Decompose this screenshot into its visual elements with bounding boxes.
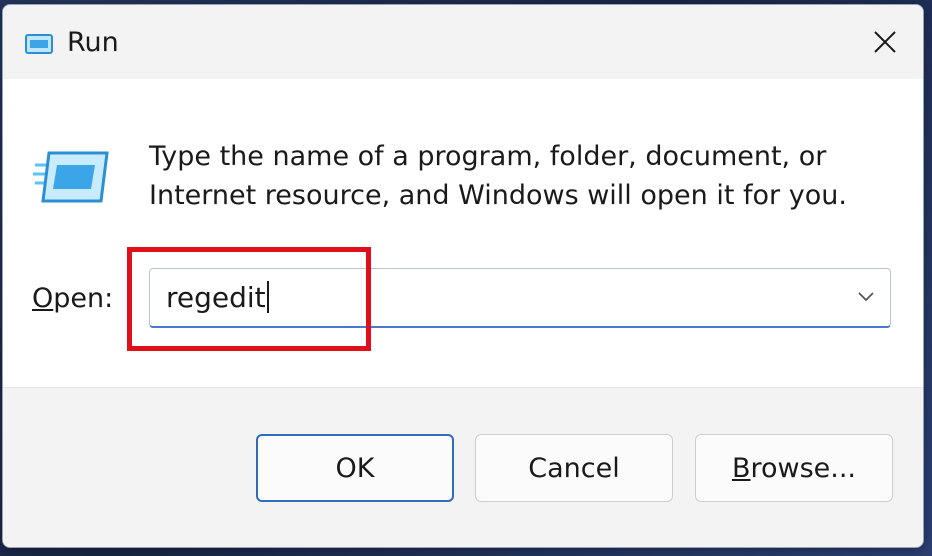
highlight-annotation xyxy=(127,247,371,351)
browse-button[interactable]: Browse... xyxy=(695,434,893,502)
open-label: Open: xyxy=(32,283,113,314)
run-dialog: Run Type the name of a program, folder, … xyxy=(2,4,924,548)
run-program-icon xyxy=(33,151,109,203)
ok-button[interactable]: OK xyxy=(256,434,454,502)
chevron-down-icon[interactable] xyxy=(856,289,876,305)
button-bar: OK Cancel Browse... xyxy=(3,387,923,547)
browse-accelerator: B xyxy=(731,452,751,484)
cancel-button[interactable]: Cancel xyxy=(475,434,673,502)
window-title: Run xyxy=(67,27,119,58)
title-bar: Run xyxy=(3,5,923,79)
close-icon xyxy=(874,31,896,53)
open-label-text: pen: xyxy=(53,283,114,314)
close-button[interactable] xyxy=(847,5,923,79)
browse-label: rowse... xyxy=(750,452,857,484)
dialog-description: Type the name of a program, folder, docu… xyxy=(149,141,847,211)
open-label-accelerator: O xyxy=(32,283,54,314)
run-icon xyxy=(25,34,53,54)
dialog-content: Type the name of a program, folder, docu… xyxy=(3,79,923,387)
